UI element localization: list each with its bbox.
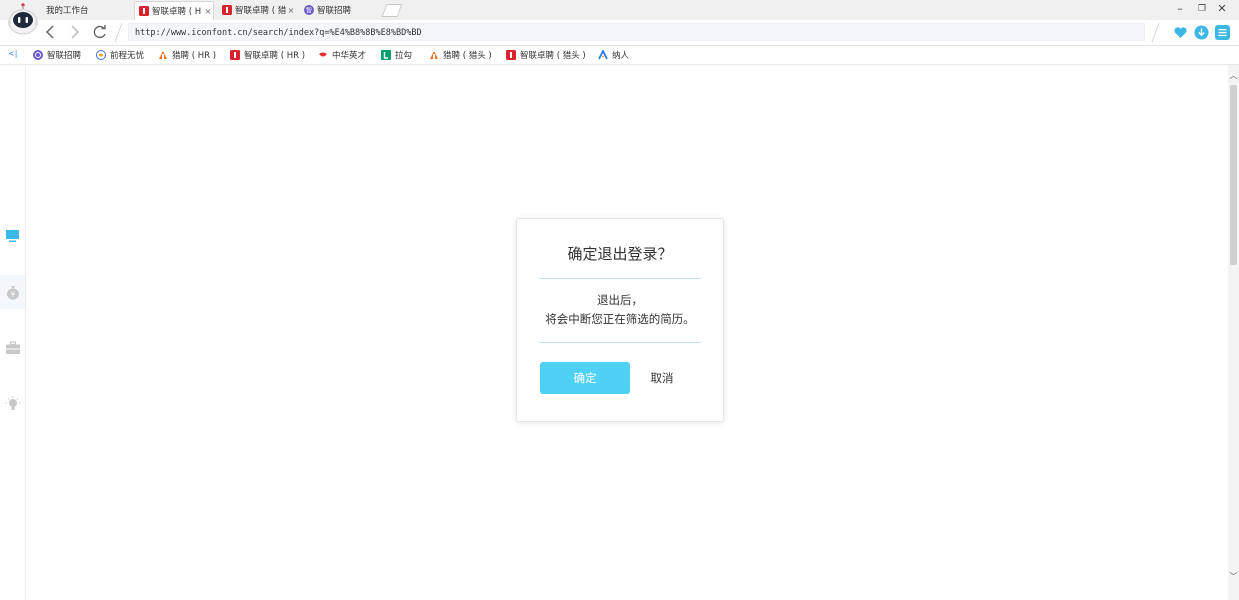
reload-icon[interactable] [91,23,109,41]
dialog-title: 确定退出登录？ [567,245,673,263]
bookmark-label: 智联卓聘 ( 猎头 ) [520,51,586,61]
bookmark-label: 智联招聘 [47,51,82,61]
svg-text:智: 智 [306,7,312,15]
toolbar-separator [1151,23,1160,42]
download-icon[interactable] [1194,25,1209,40]
zhuopin-favicon-icon [139,6,149,16]
bookmark-label: 智联卓聘 ( HR ) [244,51,306,61]
zhuopin-favicon-icon [222,5,232,15]
bookmark-item[interactable]: 猎聘 ( 猎头 ) [429,48,492,62]
heart-icon[interactable] [1173,25,1188,40]
bookmark-label: 猎聘 ( 猎头 ) [443,51,492,61]
tab-zhuopin-headhunter[interactable]: 智联卓聘 ( 猎 × [218,1,296,19]
lightbulb-icon [5,396,20,410]
zhilian-favicon-icon: 智 [304,5,314,15]
bookmark-item[interactable]: 智联卓聘 ( HR ) [230,48,305,62]
menu-icon[interactable] [1215,25,1230,40]
monitor-icon [6,230,19,242]
address-bar[interactable]: http://www.iconfont.cn/search/index?q=%E… [128,23,1145,41]
left-sidebar: ¥ [0,65,26,600]
minimize-icon[interactable]: – [1172,2,1188,15]
tab-close-icon[interactable]: × [286,6,296,15]
briefcase-icon [5,341,20,354]
tab-strip: 我的工作台 智联卓聘 ( H × 智联卓聘 ( 猎 × 智 智联招聘 – ❐ ✕ [0,0,1239,20]
bookmark-label: 拉勾 [395,51,413,61]
naren-logo-icon [598,50,608,60]
lagou-logo-icon [381,50,391,60]
dialog-message-line2: 将会中断您正在筛选的简历。 [545,312,695,326]
bookmarks-bar: <| 智联招聘 前程无忧 猎聘 ( HR ) 智联卓聘 ( HR ) 中华英才 … [0,46,1239,65]
bookmark-item[interactable]: 智联卓聘 ( 猎头 ) [506,48,586,62]
tab-zhuopin-hr[interactable]: 智联卓聘 ( H × [134,1,214,20]
tab-close-icon[interactable]: × [203,7,213,16]
sidebar-item-monitor[interactable] [0,219,25,253]
sidebar-item-ideas[interactable] [0,387,25,421]
robot-logo-icon[interactable] [7,2,39,38]
close-window-icon[interactable]: ✕ [1214,2,1230,15]
cancel-button[interactable]: 取消 [642,362,682,394]
scroll-up-icon[interactable]: ︿ [1228,70,1239,81]
tab-title: 智联招聘 [317,6,352,16]
tab-workbench[interactable]: 我的工作台 [40,1,132,19]
sidebar-item-money[interactable]: ¥ [0,275,25,309]
logout-confirm-dialog: 确定退出登录？ 退出后， 将会中断您正在筛选的简历。 确定 取消 [516,218,724,422]
tab-title: 智联卓聘 ( H [152,7,202,17]
tab-title: 智联卓聘 ( 猎 [235,6,286,16]
restore-icon[interactable]: ❐ [1194,4,1210,14]
dialog-message-line1: 退出后， [597,293,643,307]
bookmark-item[interactable]: 纳人 [598,48,629,62]
bookmark-label: 纳人 [612,51,630,61]
bookmark-item[interactable]: 智联招聘 [33,48,81,62]
navigation-toolbar: http://www.iconfont.cn/search/index?q=%E… [0,20,1239,46]
svg-text:¥: ¥ [10,291,15,299]
bookmark-item[interactable]: 拉勾 [381,48,412,62]
bookmark-item[interactable]: 中华英才 [318,48,366,62]
scrollbar-thumb[interactable] [1230,85,1237,265]
51job-logo-icon [96,50,106,60]
liepin-logo-icon [159,51,167,59]
bookmark-label: 前程无忧 [110,51,145,61]
forward-icon[interactable] [65,23,83,41]
chinahr-logo-icon [319,52,327,57]
vertical-scrollbar[interactable]: ︿ ﹀ [1228,65,1239,600]
back-icon[interactable] [42,23,60,41]
zhuopin-logo-icon [230,50,240,60]
money-bag-icon: ¥ [6,286,19,300]
divider [539,278,701,279]
bookmark-label: 中华英才 [332,51,367,61]
zhilian-logo-icon [33,50,43,60]
bookmark-label: 猎聘 ( HR ) [172,51,217,61]
toolbar-separator [114,23,123,42]
bookmark-item[interactable]: 猎聘 ( HR ) [158,48,216,62]
bookmark-item[interactable]: 前程无忧 [96,48,144,62]
bookmarks-collapse-button[interactable]: <| [8,49,17,58]
sidebar-item-briefcase[interactable] [0,331,25,365]
zhuopin-logo-icon [506,50,516,60]
tab-zhilian[interactable]: 智 智联招聘 [300,1,378,19]
new-tab-button[interactable] [381,4,403,17]
liepin-logo-icon [430,51,438,59]
tab-title: 我的工作台 [46,6,89,16]
scroll-down-icon[interactable]: ﹀ [1228,571,1239,582]
divider [539,342,701,343]
confirm-button[interactable]: 确定 [540,362,630,394]
